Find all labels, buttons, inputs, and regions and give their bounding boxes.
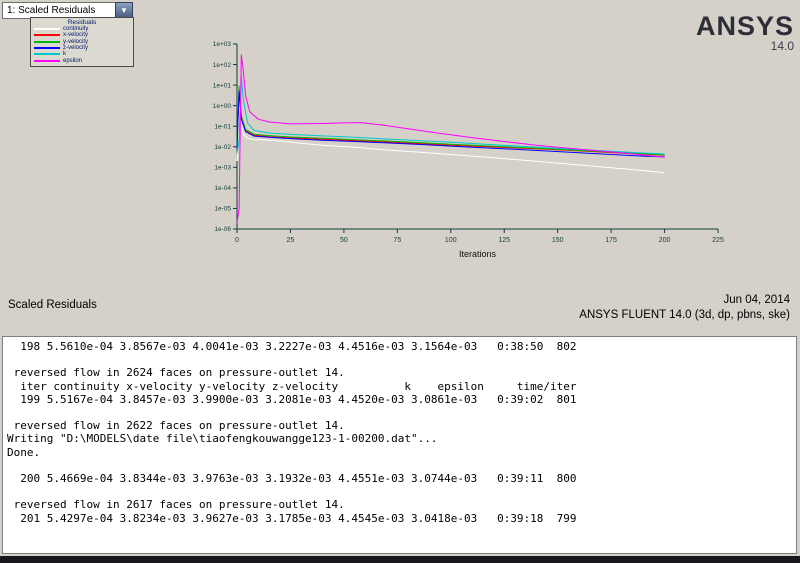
legend-label: k <box>63 51 66 58</box>
x-axis-tick-label: 50 <box>340 237 348 244</box>
y-axis-tick-label: 1e+00 <box>213 103 232 110</box>
x-axis-tick-label: 175 <box>605 237 617 244</box>
y-axis-tick-label: 1e+01 <box>213 82 232 89</box>
legend-color-swatch <box>34 40 60 43</box>
legend-label: z-velocity <box>63 45 89 52</box>
y-axis-tick-label: 1e-06 <box>214 226 231 233</box>
caption-app-version: ANSYS FLUENT 14.0 (3d, dp, pbns, ske) <box>579 309 790 321</box>
chart-caption-meta: Jun 04, 2014 ANSYS FLUENT 14.0 (3d, dp, … <box>579 293 790 323</box>
legend-label: continuity <box>63 26 89 33</box>
x-axis-tick-label: 0 <box>235 237 239 244</box>
y-axis-tick-label: 1e+02 <box>213 62 232 69</box>
legend-color-swatch <box>34 47 60 50</box>
legend-color-swatch <box>34 34 60 37</box>
x-axis-tick-label: 25 <box>287 237 295 244</box>
series-line-x-velocity <box>236 89 665 156</box>
series-line-y-velocity <box>236 85 665 156</box>
legend-label: y-velocity <box>63 38 89 45</box>
legend-label: x-velocity <box>63 32 89 39</box>
chart-x-axis-label: Iterations <box>459 249 497 259</box>
legend-color-swatch <box>34 28 60 31</box>
legend-item: epsilon <box>33 57 131 64</box>
x-axis-tick-label: 100 <box>445 237 457 244</box>
series-line-continuity <box>236 106 665 174</box>
x-axis-tick-label: 125 <box>498 237 510 244</box>
legend-color-swatch <box>34 59 60 62</box>
legend-label: epsilon <box>63 57 83 64</box>
x-axis-tick-label: 75 <box>393 237 401 244</box>
series-line-k <box>236 75 665 155</box>
x-axis-tick-label: 200 <box>659 237 671 244</box>
y-axis-tick-label: 1e-05 <box>214 206 231 213</box>
y-axis-tick-label: 1e-04 <box>214 185 231 192</box>
caption-date: Jun 04, 2014 <box>723 294 790 306</box>
fluent-window: 1: Scaled Residuals ▼ Residuals continui… <box>0 0 800 563</box>
residuals-chart: 1e+03 1e+02 1e+01 1e+00 1e-01 1e-02 1e-03 1e-04… <box>213 41 724 259</box>
y-axis-tick-label: 1e+03 <box>213 41 232 48</box>
legend-items: continuity x-velocity y-velocity z-velocity… <box>33 26 131 64</box>
y-axis-tick-label: 1e-01 <box>214 123 231 130</box>
legend: Residuals continuity x-velocity y-velocity… <box>30 17 134 67</box>
console-text: 198 5.5610e-04 3.8567e-03 4.0041e-03 3.2… <box>7 340 577 525</box>
x-axis-tick-label: 225 <box>712 237 724 244</box>
chart-caption-title: Scaled Residuals <box>8 299 97 311</box>
y-axis-tick-label: 1e-02 <box>214 144 231 151</box>
bottom-window-edge <box>0 556 800 563</box>
chevron-down-icon: ▼ <box>120 6 128 15</box>
legend-color-swatch <box>34 53 60 56</box>
legend-title: Residuals <box>67 19 97 26</box>
console[interactable]: 198 5.5610e-04 3.8567e-03 4.0041e-03 3.2… <box>2 336 797 554</box>
y-axis-tick-label: 1e-03 <box>214 165 231 172</box>
x-axis-tick-label: 150 <box>552 237 564 244</box>
